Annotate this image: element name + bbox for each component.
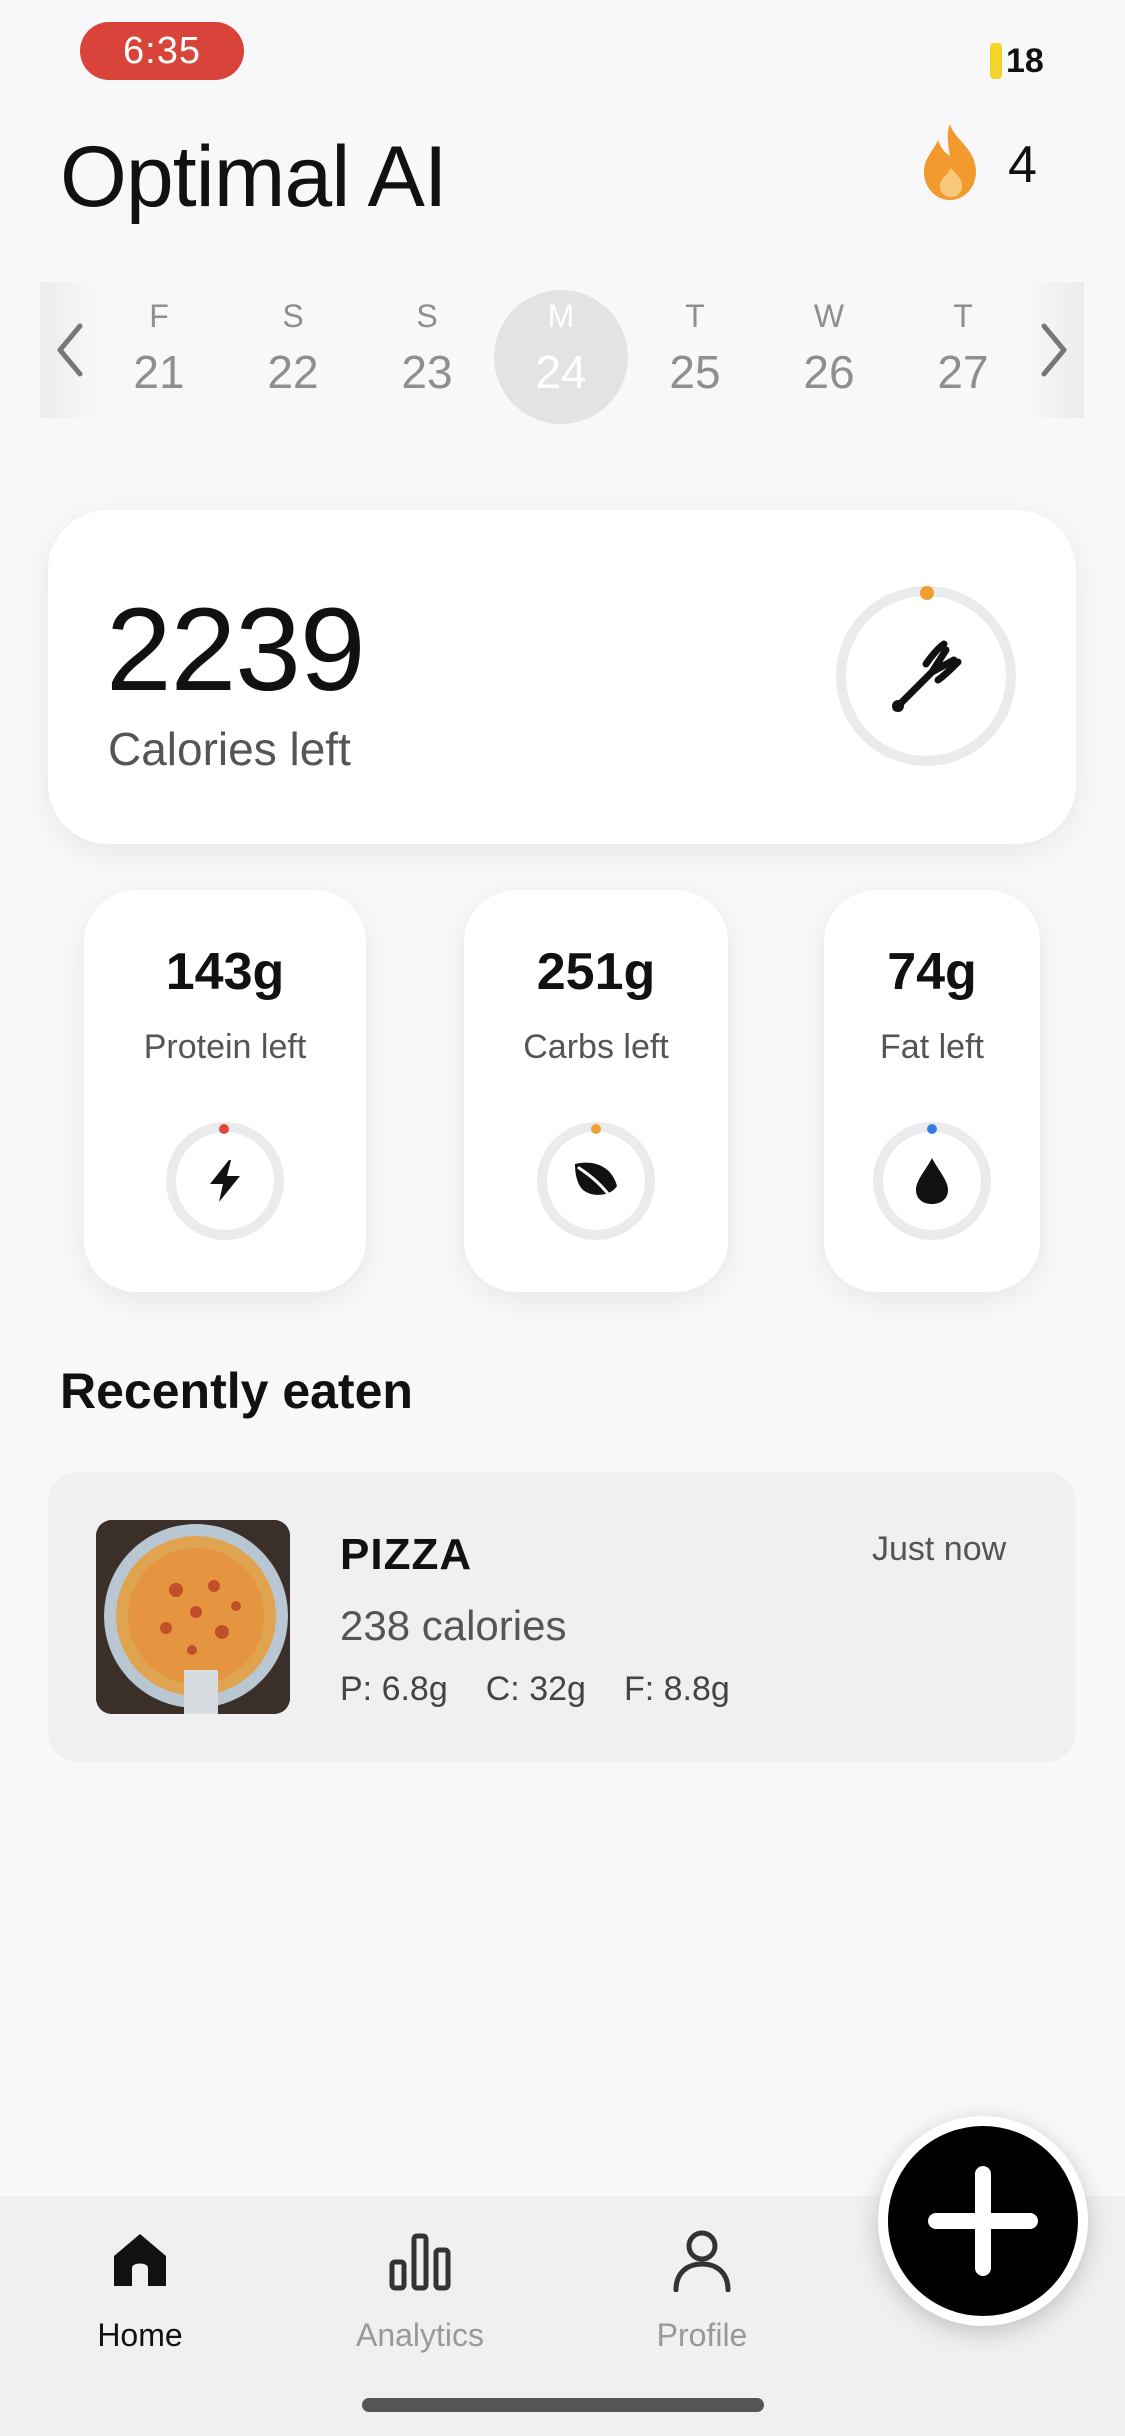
fat-progress-dot: [927, 1124, 937, 1134]
carbs-progress-dot: [591, 1124, 601, 1134]
fat-value: 74g: [887, 943, 977, 1001]
battery-level: 18: [1006, 41, 1044, 80]
person-icon: [582, 2228, 822, 2297]
carbs-card[interactable]: 251g Carbs left: [464, 890, 728, 1292]
protein-card[interactable]: 143g Protein left: [84, 890, 366, 1292]
day-number: 23: [401, 346, 453, 398]
plus-icon: [928, 2166, 1038, 2276]
calories-left-label: Calories left: [108, 723, 351, 775]
calories-left-value: 2239: [106, 584, 366, 716]
drop-icon: [914, 1156, 950, 1211]
day-item[interactable]: S 22: [226, 290, 360, 424]
carbs-value: 251g: [536, 943, 656, 1001]
nav-profile[interactable]: Profile: [582, 2228, 822, 2354]
home-icon: [20, 2228, 260, 2297]
home-indicator[interactable]: [362, 2398, 764, 2412]
food-protein: P: 6.8g: [340, 1670, 448, 1708]
leaf-icon: [571, 1156, 621, 1211]
chevron-left-icon: [57, 323, 83, 377]
add-food-button[interactable]: [878, 2116, 1088, 2326]
carbs-label: Carbs left: [523, 1028, 669, 1066]
protein-value: 143g: [165, 943, 285, 1001]
status-time: 6:35: [80, 22, 244, 80]
nav-analytics[interactable]: Analytics: [300, 2228, 540, 2354]
streak-count: 4: [1008, 135, 1037, 194]
day-number: 21: [133, 346, 185, 398]
fat-card[interactable]: 74g Fat left: [824, 890, 1040, 1292]
nav-home[interactable]: Home: [20, 2228, 260, 2354]
food-calories: 238 calories: [340, 1602, 567, 1649]
day-item[interactable]: F 21: [92, 290, 226, 424]
food-fat: F: 8.8g: [623, 1670, 730, 1708]
day-letter: S: [282, 298, 304, 334]
protein-progress-dot: [219, 1124, 229, 1134]
day-letter: F: [149, 298, 169, 334]
day-item-selected[interactable]: M 24: [494, 290, 628, 424]
day-letter: W: [813, 298, 845, 334]
day-letter: T: [953, 298, 973, 334]
day-number: 22: [267, 346, 319, 398]
food-carbs: C: 32g: [485, 1670, 586, 1708]
app-title: Optimal AI: [60, 129, 448, 225]
battery-icon: [990, 43, 1002, 79]
food-thumbnail: [96, 1520, 290, 1714]
day-number: 25: [669, 346, 721, 398]
nav-home-label: Home: [97, 2317, 183, 2353]
day-item[interactable]: S 23: [360, 290, 494, 424]
day-letter: M: [547, 298, 575, 334]
day-item[interactable]: T 27: [896, 290, 1030, 424]
nav-profile-label: Profile: [656, 2317, 748, 2353]
flame-icon: [918, 122, 982, 207]
prev-week-button[interactable]: [40, 282, 100, 418]
nav-analytics-label: Analytics: [355, 2317, 485, 2353]
streak-counter[interactable]: 4: [918, 122, 1037, 207]
battery-indicator: 18: [990, 42, 1044, 80]
day-item[interactable]: T 25: [628, 290, 762, 424]
protein-label: Protein left: [143, 1028, 307, 1066]
next-week-button[interactable]: [1024, 282, 1084, 418]
bolt-icon: [202, 1158, 248, 1209]
fork-icon: [886, 636, 966, 721]
day-number: 27: [937, 346, 989, 398]
recently-eaten-title: Recently eaten: [60, 1363, 413, 1419]
day-number: 24: [535, 346, 587, 398]
day-letter: T: [685, 298, 705, 334]
calories-progress-dot: [920, 586, 934, 600]
day-letter: S: [416, 298, 438, 334]
day-item[interactable]: W 26: [762, 290, 896, 424]
fat-label: Fat left: [880, 1028, 984, 1066]
food-macros: P: 6.8g C: 32g F: 8.8g: [340, 1670, 730, 1709]
food-timestamp: Just now: [872, 1530, 1007, 1568]
food-name: PIZZA: [340, 1530, 473, 1579]
day-number: 26: [803, 346, 855, 398]
bar-chart-icon: [300, 2228, 540, 2297]
chevron-right-icon: [1041, 323, 1067, 377]
